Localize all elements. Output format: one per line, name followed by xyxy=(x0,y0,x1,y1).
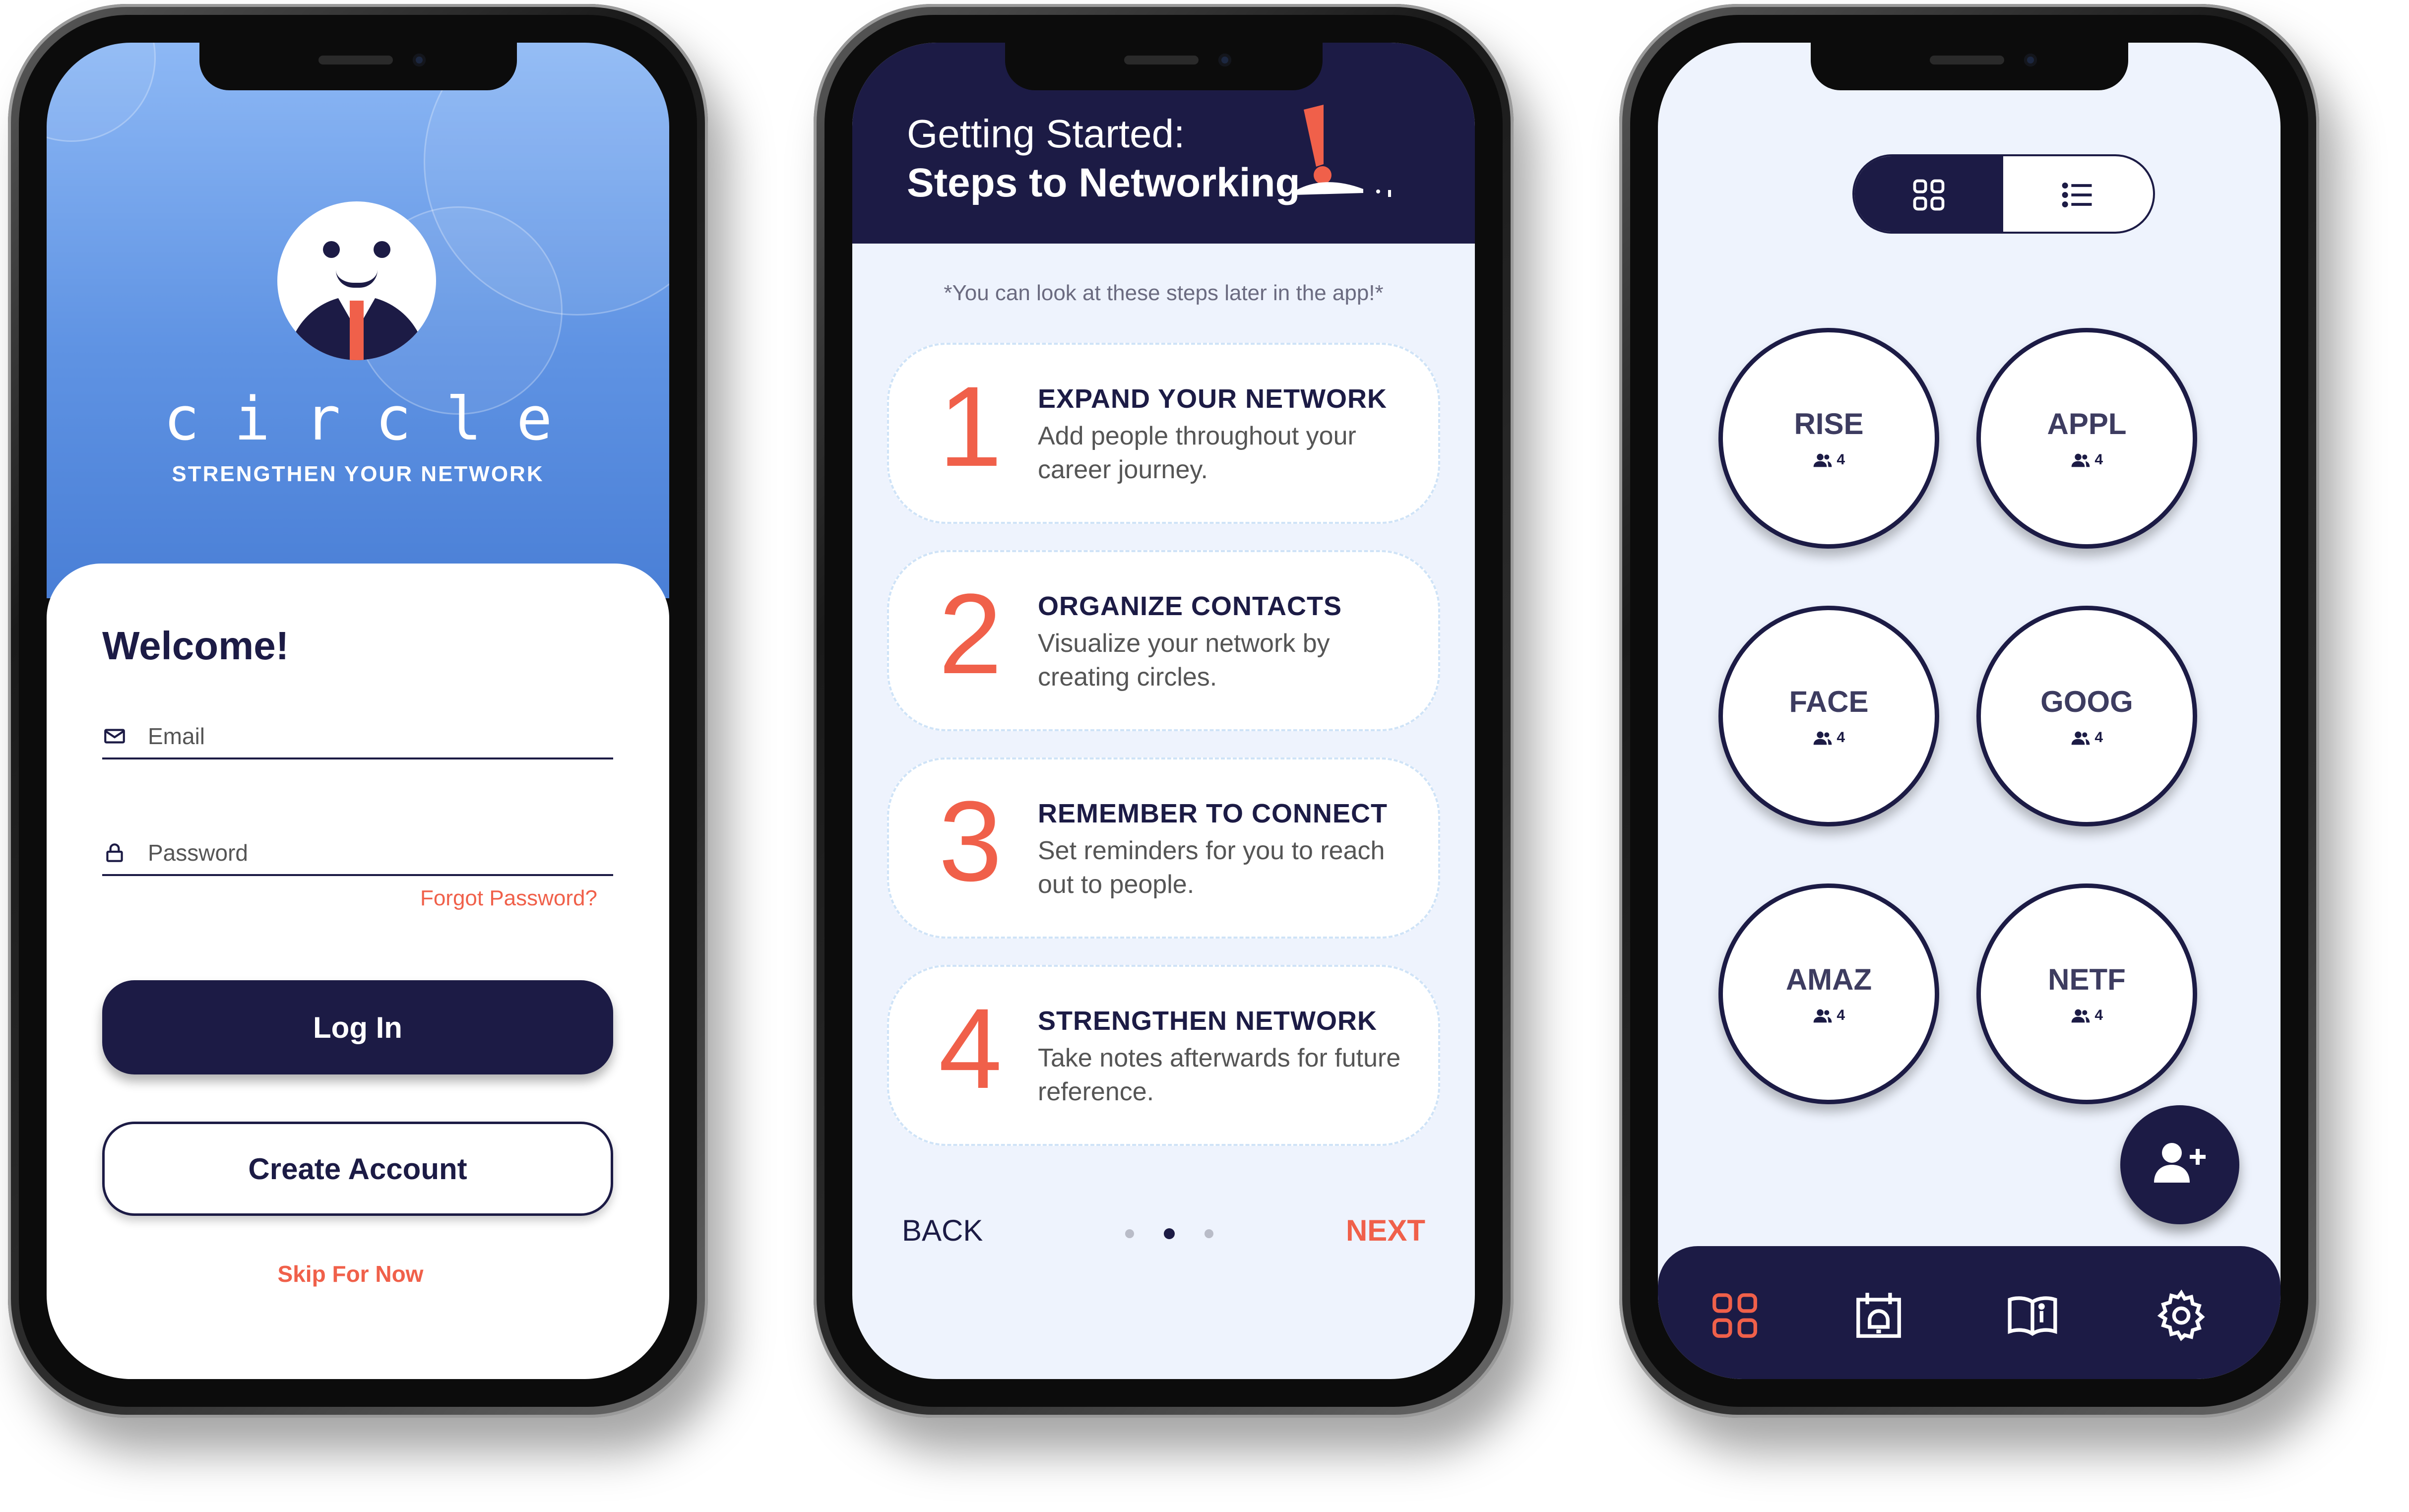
book-info-icon xyxy=(2005,1288,2060,1343)
login-screen: circle STRENGTHEN YOUR NETWORK Welcome! … xyxy=(47,43,669,1379)
login-card xyxy=(47,564,669,1379)
phone-notch xyxy=(199,43,517,90)
page-dot[interactable] xyxy=(1204,1229,1213,1238)
page-dot-active[interactable] xyxy=(1164,1228,1175,1239)
bottom-tab-bar xyxy=(1658,1246,2281,1379)
tab-settings[interactable] xyxy=(2154,1288,2209,1343)
circle-item[interactable]: AMAZ 4 xyxy=(1718,883,1939,1104)
exclamation-illustration-icon xyxy=(1289,100,1398,199)
phone-circles: RISE 4 APPL 4 FACE 4 GOOG 4 AMAZ 4 NETF … xyxy=(1619,4,2319,1418)
step-number: 3 xyxy=(939,777,1002,905)
email-field[interactable]: Email xyxy=(102,715,613,759)
page-dot[interactable] xyxy=(1125,1229,1134,1238)
tab-guide[interactable] xyxy=(2005,1288,2060,1343)
step-number: 2 xyxy=(939,570,1002,697)
phone-login: circle STRENGTHEN YOUR NETWORK Welcome! … xyxy=(8,4,708,1418)
grid-icon xyxy=(1910,176,1948,214)
phone-notch xyxy=(1810,43,2128,90)
step-description: Add people throughout your career journe… xyxy=(1038,422,1356,484)
forgot-password-link[interactable]: Forgot Password? xyxy=(420,886,597,911)
skip-link[interactable]: Skip For Now xyxy=(47,1260,669,1287)
email-placeholder: Email xyxy=(148,723,205,749)
circle-item[interactable]: APPL 4 xyxy=(1976,328,2197,549)
circle-members: 4 xyxy=(1723,729,1935,746)
back-button[interactable]: BACK xyxy=(902,1213,983,1248)
step-card: 4 STRENGTHEN NETWORK Take notes afterwar… xyxy=(887,965,1440,1146)
lock-icon xyxy=(102,840,127,865)
calendar-alarm-icon xyxy=(1851,1288,1906,1343)
circle-name: FACE xyxy=(1789,685,1869,718)
circle-members: 4 xyxy=(1981,729,2193,746)
mail-icon xyxy=(102,724,127,749)
onboarding-note: *You can look at these steps later in th… xyxy=(944,281,1384,305)
step-card: 3 REMEMBER TO CONNECT Set reminders for … xyxy=(887,757,1440,939)
phone-onboarding: Getting Started: Steps to Networking *Yo… xyxy=(814,4,1514,1418)
onboarding-title: Getting Started: xyxy=(907,112,1185,156)
circle-members: 4 xyxy=(1981,1007,2193,1024)
people-icon xyxy=(2071,453,2090,467)
people-icon xyxy=(1813,731,1832,745)
circle-members: 4 xyxy=(1723,451,1935,468)
password-field[interactable]: Password xyxy=(102,831,613,876)
list-view-button[interactable] xyxy=(2004,156,2153,232)
circle-name: RISE xyxy=(1794,407,1864,441)
gear-icon xyxy=(2154,1288,2209,1343)
avatar-logo-icon xyxy=(277,201,436,360)
phone-notch xyxy=(1005,43,1323,90)
people-icon xyxy=(1813,1009,1832,1023)
add-person-icon xyxy=(2152,1138,2208,1188)
next-button[interactable]: NEXT xyxy=(1346,1213,1425,1248)
tagline: STRENGTHEN YOUR NETWORK xyxy=(172,462,544,486)
circle-members: 4 xyxy=(1723,1007,1935,1024)
onboarding-screen: Getting Started: Steps to Networking *Yo… xyxy=(852,43,1475,1379)
people-icon xyxy=(2071,1009,2090,1023)
people-icon xyxy=(2071,731,2090,745)
grid-view-button[interactable] xyxy=(1854,156,2003,232)
circle-item[interactable]: RISE 4 xyxy=(1718,328,1939,549)
step-number: 4 xyxy=(939,985,1002,1112)
circle-name: NETF xyxy=(2048,963,2126,996)
circles-screen: RISE 4 APPL 4 FACE 4 GOOG 4 AMAZ 4 NETF … xyxy=(1658,43,2281,1379)
tab-circles[interactable] xyxy=(1708,1288,1762,1343)
people-icon xyxy=(1813,453,1832,467)
step-description: Visualize your network by creating circl… xyxy=(1038,629,1330,692)
decor-bubble xyxy=(47,43,156,142)
step-description: Take notes afterwards for future referen… xyxy=(1038,1044,1401,1106)
circle-item[interactable]: GOOG 4 xyxy=(1976,606,2197,826)
onboarding-subtitle: Steps to Networking xyxy=(907,160,1300,205)
circle-item[interactable]: FACE 4 xyxy=(1718,606,1939,826)
circle-members: 4 xyxy=(1981,451,2193,468)
step-title: STRENGTHEN NETWORK xyxy=(1038,1006,1377,1036)
add-contact-button[interactable] xyxy=(2120,1105,2239,1224)
step-card: 2 ORGANIZE CONTACTS Visualize your netwo… xyxy=(887,550,1440,731)
login-button[interactable]: Log In xyxy=(102,980,613,1074)
step-title: EXPAND YOUR NETWORK xyxy=(1038,384,1388,414)
step-card: 1 EXPAND YOUR NETWORK Add people through… xyxy=(887,343,1440,524)
circle-item[interactable]: NETF 4 xyxy=(1976,883,2197,1104)
circle-name: AMAZ xyxy=(1785,963,1872,996)
step-number: 1 xyxy=(939,363,1002,490)
circle-name: GOOG xyxy=(2040,685,2133,718)
step-title: REMEMBER TO CONNECT xyxy=(1038,799,1388,828)
view-toggle xyxy=(1852,154,2155,234)
circle-name: APPL xyxy=(2047,407,2127,441)
grid-icon xyxy=(1708,1288,1762,1343)
step-title: ORGANIZE CONTACTS xyxy=(1038,591,1342,621)
tab-reminders[interactable] xyxy=(1851,1288,1906,1343)
password-placeholder: Password xyxy=(148,840,248,866)
brand-logo-text: circle xyxy=(163,385,587,454)
step-description: Set reminders for you to reach out to pe… xyxy=(1038,836,1385,899)
list-icon xyxy=(2059,176,2096,214)
welcome-heading: Welcome! xyxy=(102,624,289,668)
create-account-button[interactable]: Create Account xyxy=(102,1122,613,1216)
